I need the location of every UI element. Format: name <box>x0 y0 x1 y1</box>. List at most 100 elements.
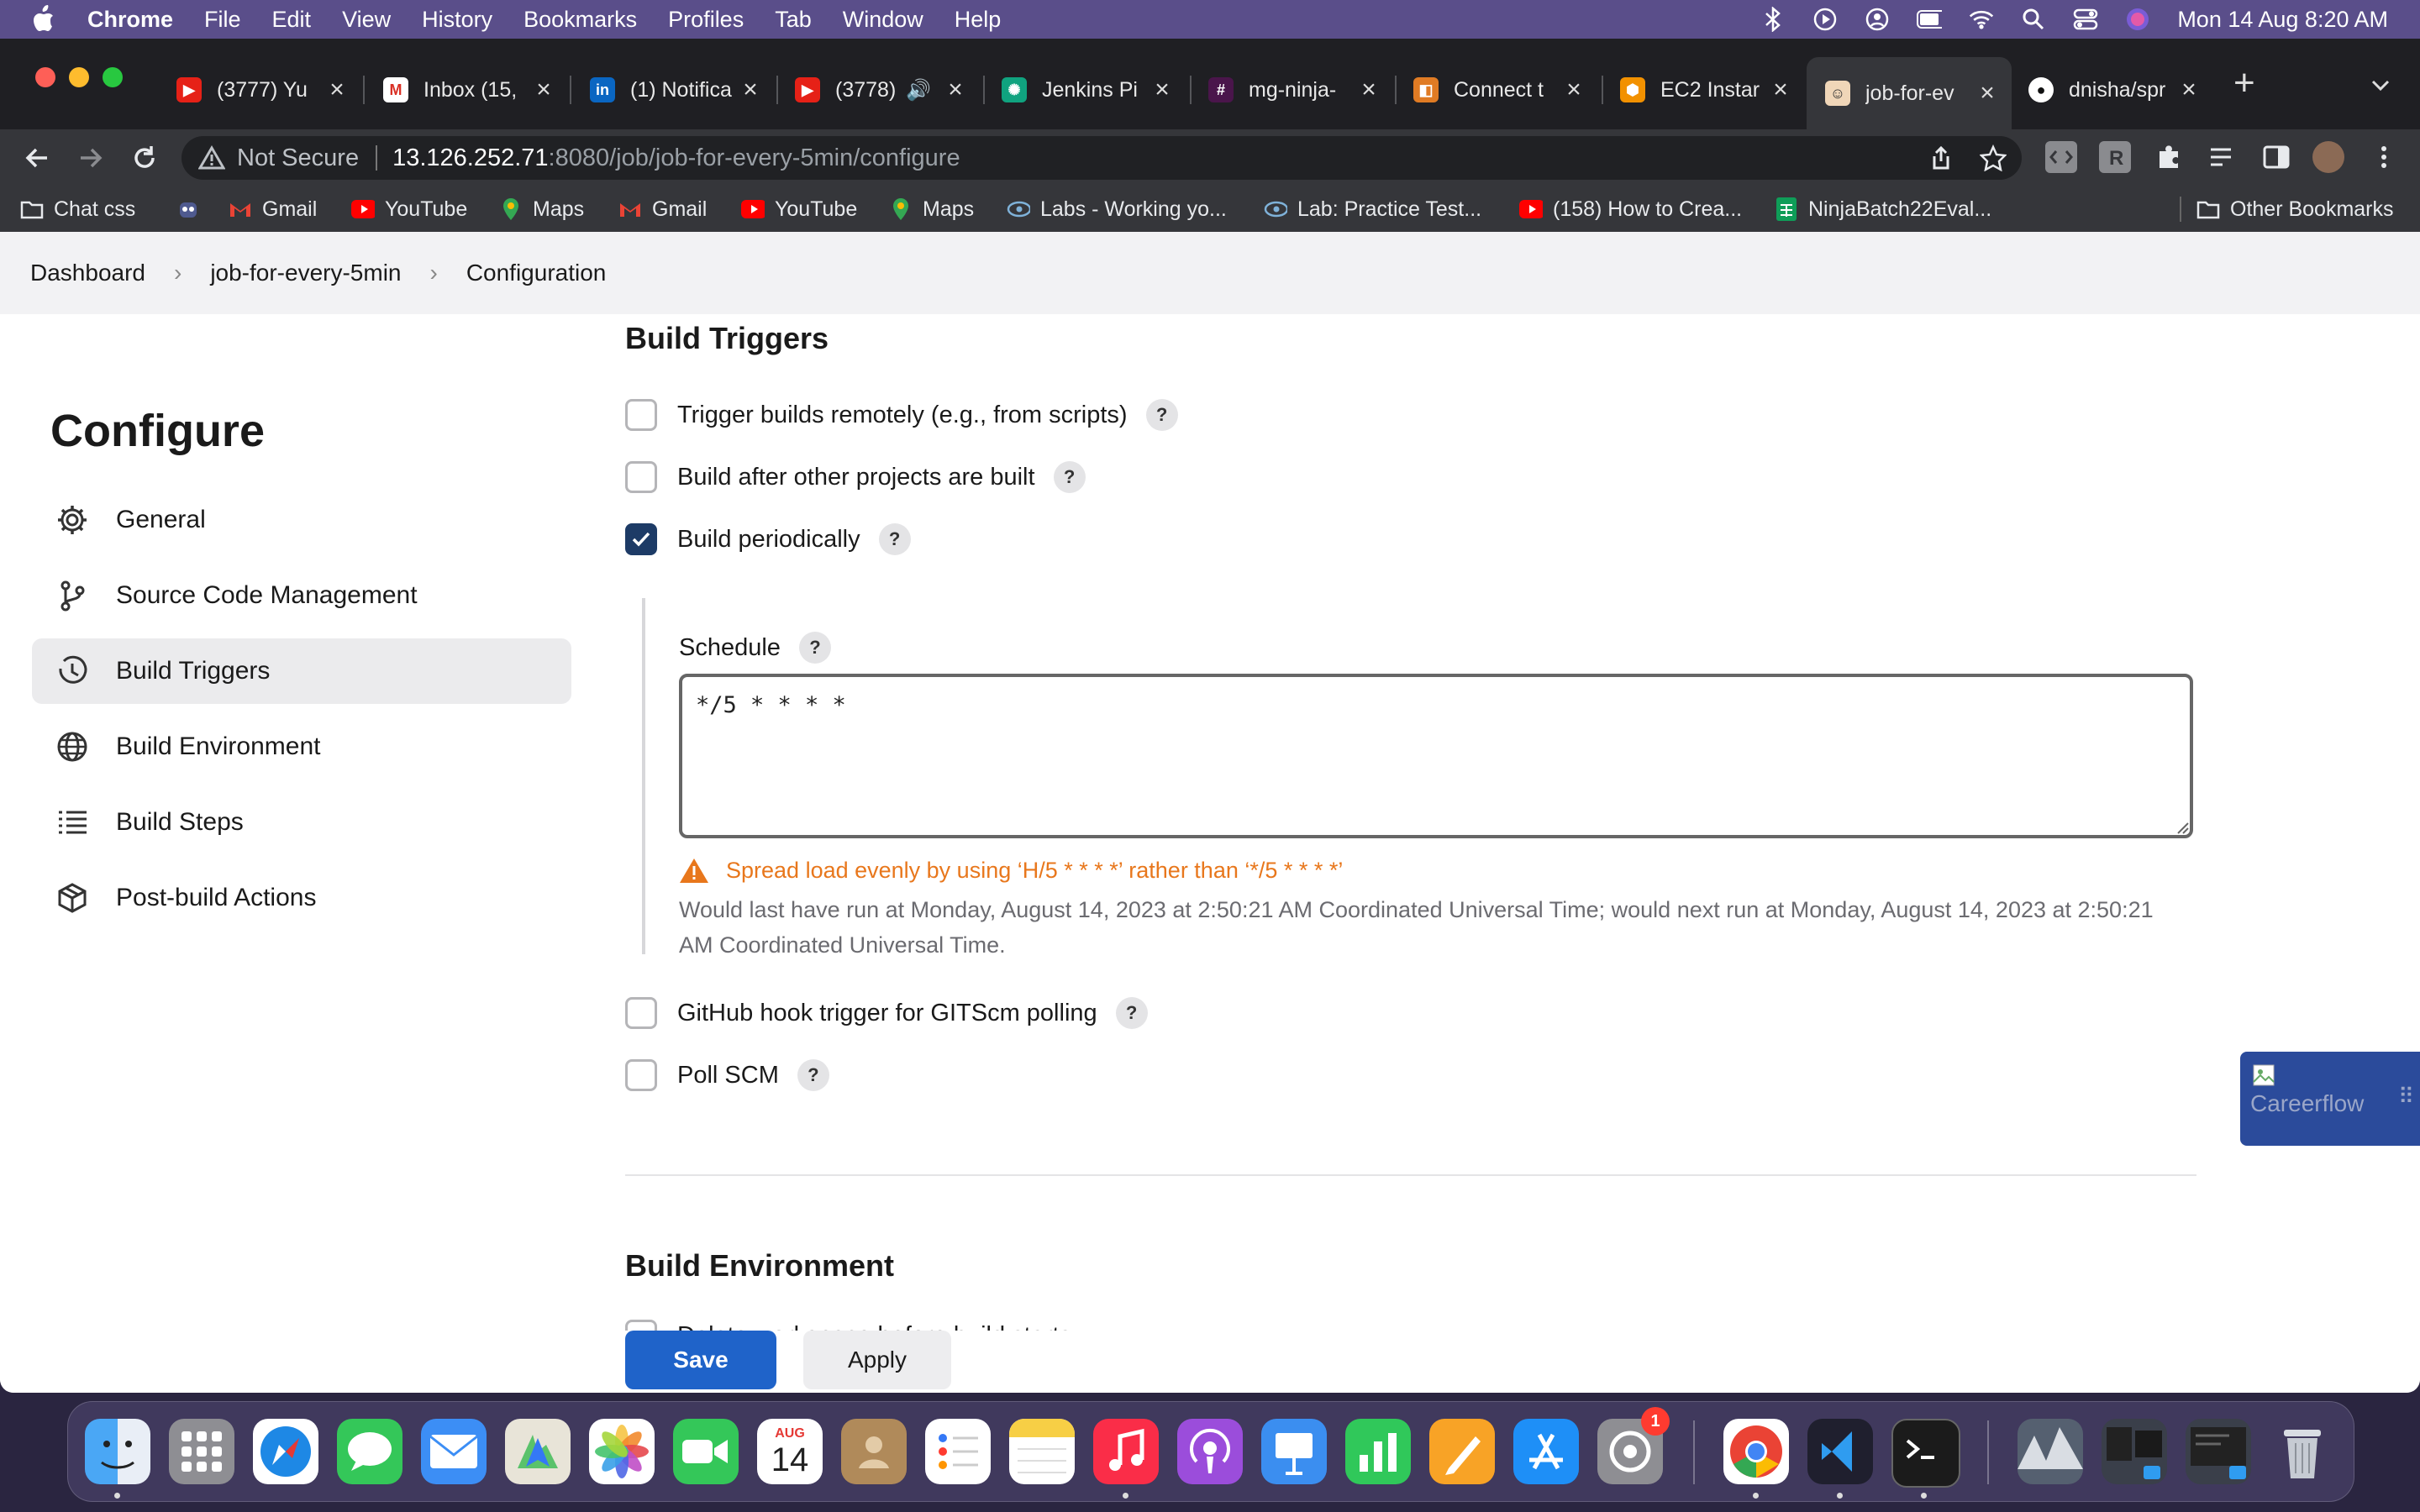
user-account-icon[interactable] <box>1865 7 1890 32</box>
maps-icon[interactable] <box>505 1419 571 1484</box>
option-label[interactable]: GitHub hook trigger for GITScm polling <box>677 1000 1097 1027</box>
close-tab-icon[interactable]: × <box>1975 79 2000 108</box>
close-tab-icon[interactable]: × <box>1768 76 1793 104</box>
github-hook-option[interactable]: GitHub hook trigger for GITScm polling ? <box>625 995 1148 1032</box>
tab-youtube-3777[interactable]: ▶ (3777) Yu × <box>176 64 350 116</box>
control-center-icon[interactable] <box>2073 7 2098 32</box>
menu-clock[interactable]: Mon 14 Aug 8:20 AM <box>2177 7 2388 33</box>
launchpad-icon[interactable] <box>169 1419 234 1484</box>
menu-window[interactable]: Window <box>843 7 923 33</box>
keynote-icon[interactable] <box>1261 1419 1327 1484</box>
bookmark-maps[interactable]: Maps <box>499 195 584 223</box>
vscode-icon[interactable] <box>1807 1419 1873 1484</box>
tab-jenkins-job-active[interactable]: ☺ job-for-ev × <box>1807 57 2012 129</box>
siri-icon[interactable] <box>2125 7 2150 32</box>
bookmark-star-icon[interactable] <box>1979 144 2007 178</box>
mail-icon[interactable] <box>421 1419 487 1484</box>
recent-screenshot-thumbnail[interactable] <box>2018 1419 2083 1484</box>
breadcrumb-job[interactable]: job-for-every-5min <box>210 260 401 286</box>
bookmark-lab-practice[interactable]: Lab: Practice Test... <box>1264 195 1481 223</box>
tab-jenkins-pipeline[interactable]: ✺ Jenkins Pi × <box>1002 64 1175 116</box>
safari-icon[interactable] <box>253 1419 318 1484</box>
close-tab-icon[interactable]: × <box>531 76 556 104</box>
security-status[interactable]: Not Secure <box>237 144 359 172</box>
tab-slack[interactable]: # mg-ninja- × <box>1208 64 1381 116</box>
menu-edit[interactable]: Edit <box>272 7 312 33</box>
bookmark-bot[interactable] <box>176 195 210 223</box>
code-extension-icon[interactable] <box>2045 141 2077 173</box>
wifi-icon[interactable] <box>1969 7 1994 32</box>
menu-view[interactable]: View <box>342 7 391 33</box>
close-window-button[interactable] <box>35 67 55 87</box>
notes-icon[interactable] <box>1009 1419 1075 1484</box>
contacts-icon[interactable] <box>841 1419 907 1484</box>
trigger-remote-option[interactable]: Trigger builds remotely (e.g., from scri… <box>625 396 1178 433</box>
recent-document-thumbnail-2[interactable] <box>2186 1419 2251 1484</box>
close-tab-icon[interactable]: × <box>943 76 968 104</box>
menu-history[interactable]: History <box>422 7 492 33</box>
checkbox[interactable] <box>625 997 657 1029</box>
menu-profiles[interactable]: Profiles <box>668 7 744 33</box>
close-tab-icon[interactable]: × <box>324 76 350 104</box>
terminal-icon[interactable] <box>1891 1419 1960 1488</box>
option-label[interactable]: Poll SCM <box>677 1062 779 1089</box>
bookmark-how-to-create[interactable]: (158) How to Crea... <box>1519 195 1742 223</box>
help-icon[interactable]: ? <box>878 523 911 555</box>
profile-avatar[interactable] <box>2312 141 2344 173</box>
tab-gmail-inbox[interactable]: M Inbox (15, × <box>383 64 556 116</box>
back-arrow-icon[interactable] <box>22 143 52 173</box>
bookmark-labs[interactable]: Labs - Working yo... <box>1007 195 1227 223</box>
trash-icon[interactable] <box>2270 1419 2335 1484</box>
spotlight-search-icon[interactable] <box>2021 7 2046 32</box>
sidebar-item-post-build-actions[interactable]: Post-build Actions <box>32 865 571 931</box>
tab-aws-connect[interactable]: ◧ Connect t × <box>1413 64 1586 116</box>
bookmark-chat-css[interactable]: Chat css <box>20 195 135 223</box>
help-icon[interactable]: ? <box>1053 461 1086 493</box>
menu-app-name[interactable]: Chrome <box>87 7 173 33</box>
help-icon[interactable]: ? <box>798 632 831 664</box>
close-tab-icon[interactable]: × <box>1356 76 1381 104</box>
sidebar-item-build-steps[interactable]: Build Steps <box>32 790 571 855</box>
checkbox[interactable] <box>625 399 657 431</box>
other-bookmarks[interactable]: Other Bookmarks <box>2196 195 2394 223</box>
close-tab-icon[interactable]: × <box>738 76 763 104</box>
checkbox-checked[interactable] <box>625 523 657 555</box>
tab-github[interactable]: ● dnisha/spr × <box>2028 64 2202 116</box>
photos-icon[interactable] <box>589 1419 655 1484</box>
minimize-window-button[interactable] <box>69 67 89 87</box>
calendar-icon[interactable]: AUG 14 <box>757 1419 823 1484</box>
chrome-icon[interactable] <box>1723 1419 1789 1484</box>
breadcrumb-dashboard[interactable]: Dashboard <box>30 260 145 286</box>
option-label[interactable]: Build periodically <box>677 526 860 554</box>
close-tab-icon[interactable]: × <box>1150 76 1175 104</box>
checkbox[interactable] <box>625 461 657 493</box>
apply-button[interactable]: Apply <box>803 1331 951 1389</box>
checkbox[interactable] <box>625 1059 657 1091</box>
help-icon[interactable]: ? <box>1115 997 1148 1029</box>
recent-document-thumbnail-1[interactable] <box>2102 1419 2167 1484</box>
tab-linkedin[interactable]: in (1) Notifica × <box>590 64 763 116</box>
facetime-icon[interactable] <box>673 1419 739 1484</box>
app-store-icon[interactable] <box>1513 1419 1579 1484</box>
reminders-icon[interactable] <box>925 1419 991 1484</box>
drag-handle-icon[interactable]: ⠿ <box>2398 1084 2414 1110</box>
reload-icon[interactable] <box>129 143 160 173</box>
save-button[interactable]: Save <box>625 1331 776 1389</box>
build-after-other-projects-option[interactable]: Build after other projects are built ? <box>625 459 1086 496</box>
system-settings-icon[interactable]: 1 <box>1597 1407 1670 1484</box>
chrome-menu-icon[interactable] <box>2368 141 2400 173</box>
bookmark-youtube-2[interactable]: YouTube <box>741 195 857 223</box>
bookmark-maps-2[interactable]: Maps <box>889 195 974 223</box>
podcasts-icon[interactable] <box>1177 1419 1243 1484</box>
warning-triangle-icon[interactable] <box>197 144 226 171</box>
apple-menu-icon[interactable] <box>30 5 59 34</box>
numbers-icon[interactable] <box>1345 1419 1411 1484</box>
resize-handle-icon[interactable] <box>2176 822 2190 835</box>
sidebar-item-general[interactable]: General <box>32 487 571 553</box>
new-tab-button[interactable]: + <box>2233 62 2255 104</box>
extensions-puzzle-icon[interactable] <box>2153 141 2185 173</box>
menu-help[interactable]: Help <box>955 7 1002 33</box>
battery-icon[interactable] <box>1917 7 1943 32</box>
forward-arrow-icon[interactable] <box>76 143 106 173</box>
bookmark-ninjabatch[interactable]: NinjaBatch22Eval... <box>1775 195 1991 223</box>
